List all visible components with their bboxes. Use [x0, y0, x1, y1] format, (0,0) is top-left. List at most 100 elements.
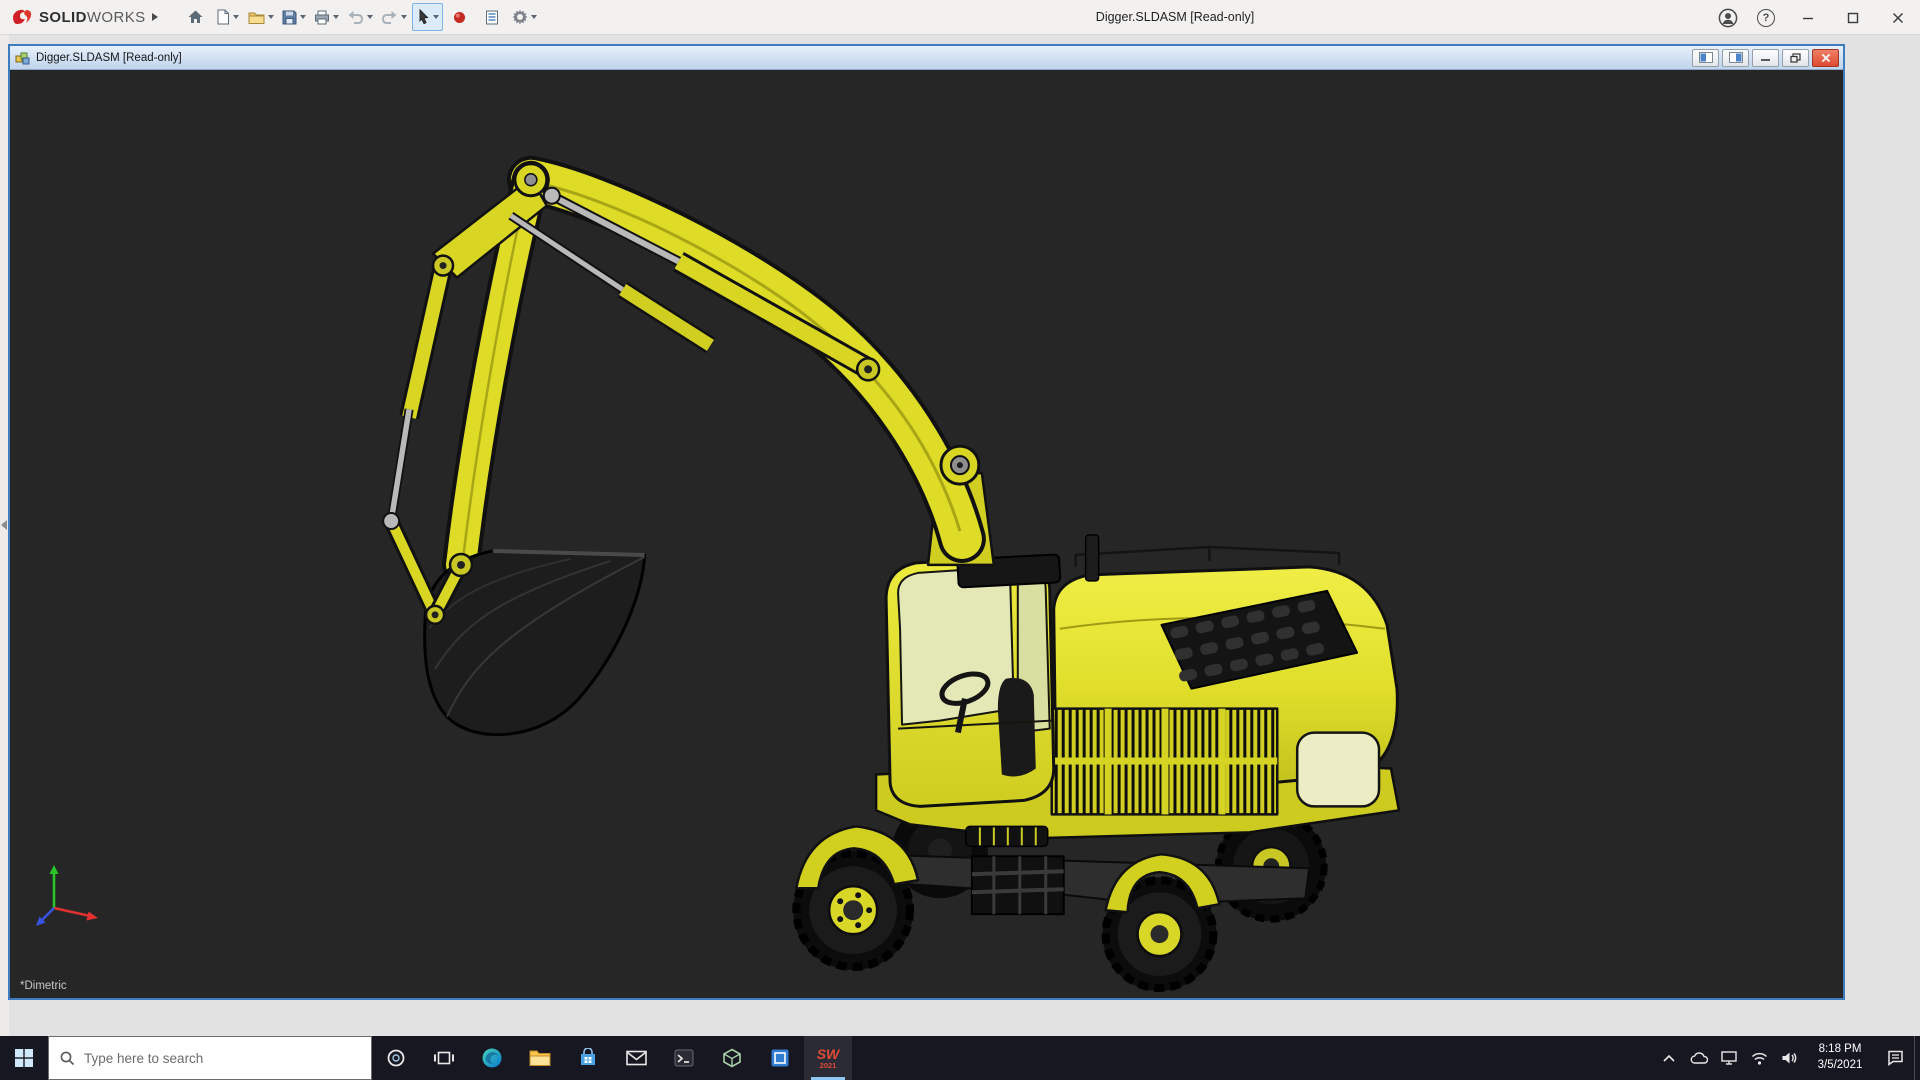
account-icon: [1718, 8, 1738, 27]
rear-window-panel: [1295, 731, 1381, 808]
dropdown-caret[interactable]: [332, 15, 339, 19]
edge-icon[interactable]: [468, 1036, 516, 1080]
system-tray: 8:18 PM 3/5/2021: [1654, 1036, 1920, 1080]
cab: [884, 555, 1056, 808]
minimize-icon: [1802, 17, 1813, 19]
start-button[interactable]: [0, 1036, 48, 1080]
quick-access-toolbar: [181, 3, 540, 31]
render-tools-button[interactable]: [445, 3, 475, 31]
clock-date: 3/5/2021: [1817, 1059, 1863, 1071]
app-titlebar: SOLIDWORKS Digger.SLDASM [Read-only] ?: [0, 0, 1920, 35]
engine-grille-side: [1050, 707, 1279, 816]
viewport-3d[interactable]: *Dimetric: [10, 70, 1843, 998]
minimize-button[interactable]: [1785, 0, 1830, 35]
search-icon: [60, 1051, 75, 1065]
volume-icon[interactable]: [1774, 1036, 1804, 1080]
close-button[interactable]: [1875, 0, 1920, 35]
wifi-icon[interactable]: [1744, 1036, 1774, 1080]
store-icon[interactable]: [564, 1036, 612, 1080]
select-button[interactable]: [411, 3, 443, 31]
boom-arm: [386, 155, 986, 584]
open-folder-icon: [248, 12, 265, 24]
help-icon: ?: [1757, 8, 1775, 27]
document-titlebar[interactable]: Digger.SLDASM [Read-only]: [10, 46, 1843, 70]
windows-logo-icon: [15, 1049, 33, 1067]
orientation-triad-icon: [36, 865, 98, 926]
solidworks-taskbar-button[interactable]: SW 2021: [804, 1036, 852, 1080]
document-window: Digger.SLDASM [Read-only] *Dimetric: [8, 44, 1845, 1000]
panel-collapse-arrow-icon[interactable]: [1, 520, 7, 530]
taskbar-search[interactable]: [48, 1036, 372, 1080]
print-icon: [314, 10, 329, 24]
exhaust-pipe: [1084, 534, 1100, 582]
print-button[interactable]: [311, 3, 342, 31]
pane-left-icon: [1698, 52, 1713, 63]
mail-icon[interactable]: [612, 1036, 660, 1080]
tray-expand-icon[interactable]: [1654, 1036, 1684, 1080]
dropdown-caret[interactable]: [267, 15, 274, 19]
assembly-document-icon: [15, 52, 30, 64]
save-button[interactable]: [279, 3, 309, 31]
dropdown-caret[interactable]: [432, 15, 439, 19]
solidworks-logo: SOLIDWORKS: [0, 7, 167, 27]
taskbar-clock[interactable]: 8:18 PM 3/5/2021: [1804, 1036, 1876, 1080]
help-button[interactable]: ?: [1747, 0, 1785, 35]
select-cursor-icon: [419, 9, 429, 25]
dropdown-caret[interactable]: [400, 15, 407, 19]
dropdown-caret[interactable]: [233, 15, 240, 19]
document-window-controls: [1689, 48, 1839, 67]
viewer-3d-icon[interactable]: [708, 1036, 756, 1080]
undo-icon: [348, 11, 363, 24]
save-icon: [282, 10, 297, 24]
orientation-label: *Dimetric: [20, 980, 67, 992]
screen: SOLIDWORKS Digger.SLDASM [Read-only] ? D…: [0, 0, 1920, 1080]
account-button[interactable]: [1709, 0, 1747, 35]
pane-right-icon: [1728, 52, 1743, 63]
undo-button[interactable]: [344, 3, 376, 31]
clock-time: 8:18 PM: [1818, 1043, 1862, 1056]
maximize-button[interactable]: [1830, 0, 1875, 35]
design-binder-icon: [485, 10, 498, 24]
gear-icon: [512, 9, 527, 25]
notification-center-icon[interactable]: [1876, 1036, 1914, 1080]
toolbar-expand-icon[interactable]: [151, 12, 159, 22]
doc-pane-left-button[interactable]: [1692, 48, 1719, 67]
show-desktop-button[interactable]: [1914, 1036, 1920, 1080]
app-window-title: Digger.SLDASM [Read-only]: [1095, 10, 1255, 24]
terminal-icon[interactable]: [660, 1036, 708, 1080]
doc-minimize-icon: [1761, 59, 1770, 61]
logo-text-solid: SOLID: [39, 8, 87, 26]
ds-logo-icon: [13, 9, 32, 24]
media-app-icon[interactable]: [756, 1036, 804, 1080]
dropdown-caret[interactable]: [530, 15, 537, 19]
doc-restore-button[interactable]: [1782, 48, 1809, 67]
close-icon: [1892, 12, 1903, 23]
excavator-model: [382, 155, 1401, 993]
solidworks-icon: SW 2021: [816, 1045, 840, 1070]
task-view-icon[interactable]: [420, 1036, 468, 1080]
redo-button[interactable]: [378, 3, 410, 31]
excavator: [382, 155, 1401, 993]
new-document-icon: [217, 9, 230, 25]
doc-pane-right-button[interactable]: [1722, 48, 1749, 67]
search-input[interactable]: [84, 1050, 360, 1066]
redo-icon: [381, 11, 397, 24]
file-explorer-icon[interactable]: [516, 1036, 564, 1080]
onedrive-icon[interactable]: [1684, 1036, 1714, 1080]
front-grille-strip: [965, 825, 1049, 848]
home-button[interactable]: [181, 3, 211, 31]
new-document-button[interactable]: [213, 3, 243, 31]
doc-close-button[interactable]: [1812, 48, 1839, 67]
cortana-icon[interactable]: [372, 1036, 420, 1080]
dropdown-caret[interactable]: [366, 15, 373, 19]
options-button[interactable]: [509, 3, 540, 31]
doc-minimize-button[interactable]: [1752, 48, 1779, 67]
logo-text-works: WORKS: [86, 8, 146, 26]
red-sphere-icon: [454, 11, 466, 23]
dropdown-caret[interactable]: [299, 15, 306, 19]
open-button[interactable]: [245, 3, 277, 31]
steps: [970, 855, 1065, 916]
design-binder-button[interactable]: [477, 3, 507, 31]
home-icon: [188, 10, 203, 23]
display-icon[interactable]: [1714, 1036, 1744, 1080]
